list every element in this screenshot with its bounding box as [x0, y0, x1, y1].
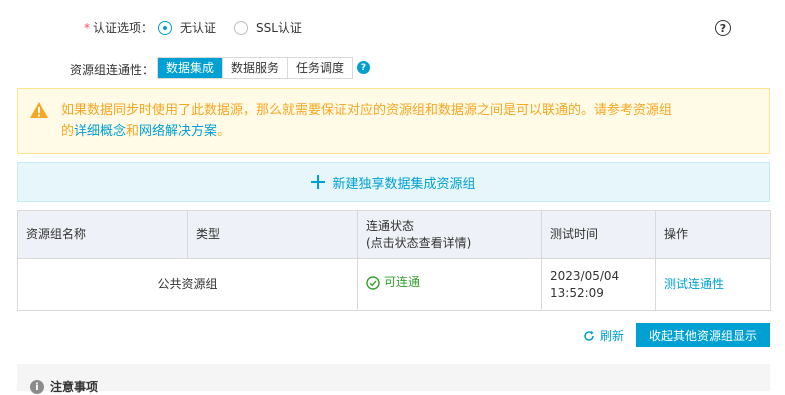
auth-option-label: 认证选项： — [93, 21, 154, 35]
link-detailed-concept[interactable]: 详细概念 — [74, 124, 126, 139]
col-header-time: 测试时间 — [541, 210, 656, 259]
question-glyph: ? — [719, 21, 727, 35]
link-network-solution[interactable]: 网络解决方案 — [139, 124, 217, 139]
tab-data-integration[interactable]: 数据集成 — [158, 58, 223, 78]
radio-ssl-auth[interactable]: SSL认证 — [234, 19, 302, 36]
col-header-action: 操作 — [655, 210, 771, 259]
radio-checked-icon — [158, 20, 172, 35]
connectivity-label: 资源组连通性： — [70, 63, 155, 77]
notice-title: 注意事项 — [50, 380, 99, 394]
resource-group-table: 资源组名称 类型 连通状态 (点击状态查看详情) 测试时间 操作 公共资源组 可… — [17, 210, 771, 311]
auth-option-label-wrap: * 认证选项： — [84, 19, 153, 36]
warning-text-main: 如果数据同步时使用了此数据源，那么就需要保证对应的资源组和数据源之间是可以联通的… — [61, 103, 673, 118]
warning-text-end: 。 — [217, 124, 231, 139]
radio-unchecked-icon — [234, 20, 248, 35]
connectivity-tabs: 数据集成 数据服务 任务调度 — [157, 57, 354, 79]
warning-text-prefix: 的 — [61, 124, 75, 139]
test-connectivity-link[interactable]: 测试连通性 — [664, 277, 724, 291]
radio-ssl-auth-label: SSL认证 — [256, 21, 302, 35]
tab-data-service[interactable]: 数据服务 — [222, 58, 287, 78]
radio-no-auth[interactable]: 无认证 — [158, 19, 216, 36]
warning-alert: 如果数据同步时使用了此数据源，那么就需要保证对应的资源组和数据源之间是可以联通的… — [17, 88, 770, 154]
collapse-other-groups-button[interactable]: 收起其他资源组显示 — [636, 323, 770, 347]
check-circle-icon — [366, 276, 380, 290]
col-header-status-line1: 连通状态 — [366, 218, 415, 233]
notice-panel: i 注意事项 — [17, 364, 770, 394]
warning-text: 如果数据同步时使用了此数据源，那么就需要保证对应的资源组和数据源之间是可以联通的… — [61, 100, 761, 142]
col-header-status-line2: (点击状态查看详情) — [366, 235, 472, 250]
cell-group-name: 公共资源组 — [17, 258, 358, 311]
cell-status: 可连通 — [357, 258, 542, 311]
col-header-status: 连通状态 (点击状态查看详情) — [357, 210, 542, 259]
connectivity-help-icon[interactable]: ? — [357, 61, 370, 74]
col-header-type: 类型 — [187, 210, 358, 259]
refresh-label: 刷新 — [600, 329, 625, 343]
warning-triangle-icon — [29, 101, 49, 122]
col-header-name: 资源组名称 — [17, 210, 188, 259]
table-row: 公共资源组 可连通 2023/05/04 13:52:09 测试连通性 — [17, 258, 771, 311]
cell-action: 测试连通性 — [655, 258, 771, 311]
required-mark: * — [84, 21, 90, 35]
cell-test-time: 2023/05/04 13:52:09 — [541, 258, 656, 311]
status-label: 可连通 — [384, 275, 421, 290]
status-connectable[interactable]: 可连通 — [366, 274, 420, 291]
connectivity-help-glyph: ? — [360, 62, 367, 73]
tab-task-scheduling[interactable]: 任务调度 — [287, 58, 352, 78]
refresh-icon — [583, 330, 595, 342]
new-resource-group-label: 新建独享数据集成资源组 — [332, 176, 476, 192]
refresh-button[interactable]: 刷新 — [583, 327, 624, 344]
warning-text-and: 和 — [126, 124, 140, 139]
cell-test-date: 2023/05/04 — [550, 268, 620, 283]
new-resource-group-button[interactable]: 新建独享数据集成资源组 — [17, 162, 770, 202]
cell-test-clock: 13:52:09 — [550, 285, 604, 300]
info-icon: i — [30, 380, 44, 394]
table-header-row: 资源组名称 类型 连通状态 (点击状态查看详情) 测试时间 操作 — [17, 210, 771, 259]
radio-no-auth-label: 无认证 — [180, 21, 217, 35]
plus-icon — [311, 175, 326, 189]
question-circle-icon[interactable]: ? — [715, 20, 731, 36]
